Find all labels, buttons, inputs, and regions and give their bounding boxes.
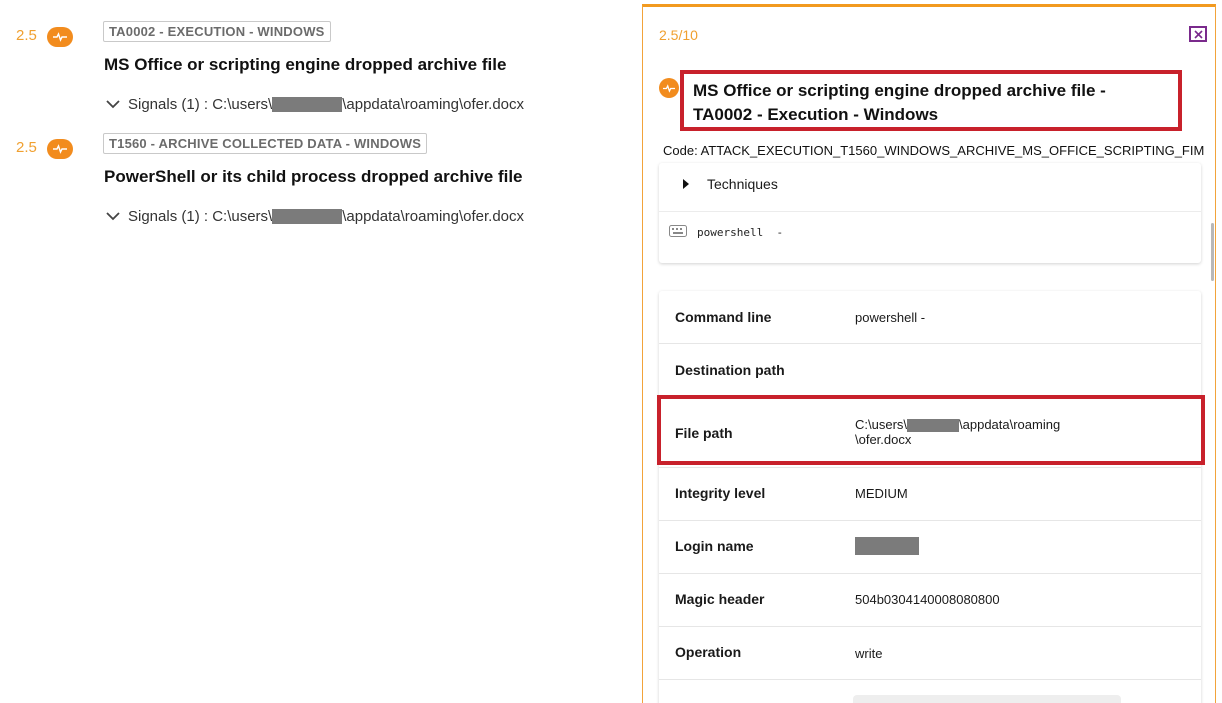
command-preview-text: powershell - xyxy=(697,226,784,239)
details-table: Command line powershell - Destination pa… xyxy=(657,291,1205,703)
truncated-value xyxy=(853,695,1121,703)
detail-row: Operation write xyxy=(659,627,1201,680)
technique-tag: T1560 - ARCHIVE COLLECTED DATA - WINDOWS xyxy=(103,133,428,154)
detail-label: Command line xyxy=(675,309,772,325)
detail-value: 504b0304140008080800 xyxy=(855,592,1000,607)
signals-suffix: \appdata\roaming\ofer.docx xyxy=(342,96,525,113)
detail-row: Command line powershell - xyxy=(659,291,1201,344)
alert-code: Code: ATTACK_EXECUTION_T1560_WINDOWS_ARC… xyxy=(663,143,1205,158)
command-preview: powershell - xyxy=(669,225,783,240)
techniques-section: Techniques powershell - xyxy=(659,163,1201,263)
detail-row: Magic header 504b0304140008080800 xyxy=(659,574,1201,627)
detail-label: Operation xyxy=(675,644,742,660)
alert-detail-panel: 2.5/10 MS Office or scripting engine dro… xyxy=(642,4,1216,703)
signals-toggle[interactable]: Signals (1) : C:\users\ \appdata\roaming… xyxy=(106,208,524,225)
detail-value: write xyxy=(855,646,883,661)
scrollbar[interactable] xyxy=(1211,223,1214,281)
panel-title: MS Office or scripting engine dropped ar… xyxy=(680,70,1182,131)
alert-score: 2.5 xyxy=(16,139,37,156)
pulse-icon xyxy=(47,27,73,47)
pulse-icon xyxy=(659,78,679,98)
techniques-toggle[interactable]: Techniques xyxy=(683,176,778,192)
file-path-highlight xyxy=(657,395,1205,465)
detail-label: Integrity level xyxy=(675,485,766,501)
close-button[interactable] xyxy=(1189,26,1207,42)
alert-title[interactable]: MS Office or scripting engine dropped ar… xyxy=(104,55,506,75)
alert-score: 2.5 xyxy=(16,27,37,44)
techniques-label: Techniques xyxy=(707,176,778,192)
detail-label: Destination path xyxy=(675,362,785,378)
signals-prefix: Signals (1) : C:\users\ xyxy=(128,208,273,225)
redacted-username xyxy=(272,209,343,224)
redacted-login-name xyxy=(855,537,919,555)
detail-value xyxy=(855,537,919,555)
caret-right-icon xyxy=(683,179,689,189)
signals-prefix: Signals (1) : C:\users\ xyxy=(128,96,273,113)
signals-toggle[interactable]: Signals (1) : C:\users\ \appdata\roaming… xyxy=(106,96,524,113)
signals-suffix: \appdata\roaming\ofer.docx xyxy=(342,208,525,225)
pulse-icon xyxy=(47,139,73,159)
alert-title[interactable]: PowerShell or its child process dropped … xyxy=(104,167,523,187)
chevron-down-icon xyxy=(106,96,120,113)
detail-row: Destination path xyxy=(659,344,1201,397)
detail-value: powershell - xyxy=(855,310,926,325)
redacted-username xyxy=(272,97,343,112)
detail-value: MEDIUM xyxy=(855,486,908,501)
chevron-down-icon xyxy=(106,208,120,225)
detail-label: Magic header xyxy=(675,591,765,607)
panel-score: 2.5/10 xyxy=(659,27,698,43)
close-icon xyxy=(1193,29,1203,39)
keyboard-icon xyxy=(669,225,687,240)
tactic-tag: TA0002 - EXECUTION - WINDOWS xyxy=(103,21,331,42)
detail-label: Login name xyxy=(675,538,754,554)
detail-row: Login name xyxy=(659,521,1201,574)
divider xyxy=(659,211,1201,212)
detail-row: Integrity level MEDIUM xyxy=(659,468,1201,521)
